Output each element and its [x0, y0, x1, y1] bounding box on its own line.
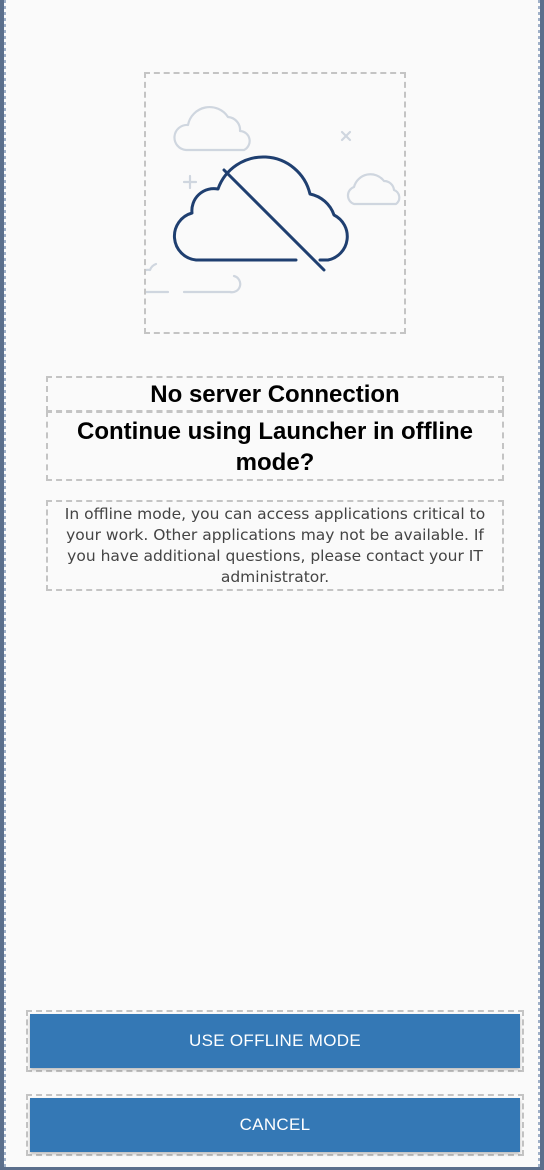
- decor-cloud-top-left: [173, 105, 251, 152]
- cancel-button-frame: CANCEL: [26, 1094, 524, 1156]
- decor-x: [340, 130, 352, 142]
- dialog-subtitle: Continue using Launcher in offline mode?: [46, 411, 504, 481]
- left-edge: [4, 0, 6, 1167]
- right-edge: [538, 0, 540, 1167]
- offline-illustration: [144, 72, 406, 334]
- cloud-offline-icon: [146, 105, 401, 294]
- use-offline-mode-button-frame: USE OFFLINE MODE: [26, 1010, 524, 1072]
- offline-dialog-screen: No server Connection Continue using Laun…: [0, 0, 544, 1170]
- offline-slash: [222, 168, 326, 272]
- decor-plus: [182, 174, 198, 190]
- dialog-title: No server Connection: [46, 376, 504, 412]
- decor-cloud-bottom-left: [146, 262, 242, 294]
- decor-cloud-right: [346, 173, 401, 206]
- cancel-button[interactable]: CANCEL: [30, 1098, 520, 1152]
- dialog-message: In offline mode, you can access applicat…: [46, 500, 504, 591]
- use-offline-mode-button[interactable]: USE OFFLINE MODE: [30, 1014, 520, 1068]
